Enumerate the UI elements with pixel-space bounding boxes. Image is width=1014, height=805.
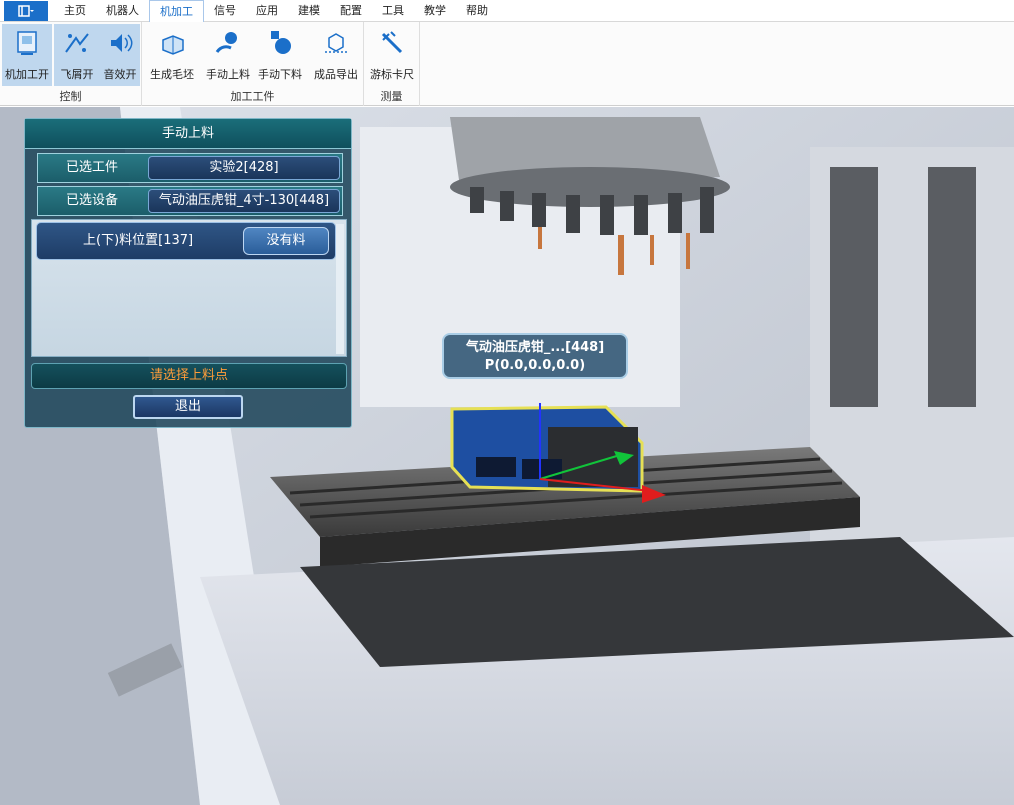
device-row: 已选设备 气动油压虎钳_4寸-130[448]	[37, 186, 343, 216]
list-scrollbar[interactable]	[336, 224, 344, 354]
menu-signal[interactable]: 信号	[204, 0, 246, 21]
group-control: 机加工开 飞屑开 音效开 控制	[0, 22, 142, 106]
group-control-label: 控制	[59, 90, 82, 103]
position-state-button[interactable]: 没有料	[243, 227, 329, 255]
group-workpiece: 生成毛坯 手动上料 手动下料 成品导出 加工工件	[142, 22, 364, 106]
group-measure: 游标卡尺 测量	[364, 22, 420, 106]
menu-teaching[interactable]: 教学	[414, 0, 456, 21]
exit-button[interactable]: 退出	[133, 395, 243, 419]
workpiece-label: 已选工件	[65, 160, 118, 175]
workpiece-value[interactable]: 实验2[428]	[148, 156, 340, 180]
export-icon	[325, 33, 347, 53]
list-item[interactable]: 上(下)料位置[137] 没有料	[36, 222, 336, 260]
export-product-button[interactable]: 成品导出	[310, 24, 362, 86]
column-left	[830, 167, 878, 407]
unload-icon	[271, 31, 291, 54]
chips-toggle-button[interactable]: 飞屑开	[54, 24, 100, 86]
manual-load-button[interactable]: 手动上料	[202, 24, 254, 86]
manual-load-panel: 手动上料 已选工件 实验2[428] 已选设备 气动油压虎钳_4寸-130[44…	[24, 118, 352, 428]
caliper-button[interactable]: 游标卡尺	[366, 24, 418, 86]
chips-icon	[65, 33, 89, 53]
menu-tools[interactable]: 工具	[372, 0, 414, 21]
menu-apps[interactable]: 应用	[246, 0, 288, 21]
status-hint: 请选择上料点	[31, 363, 347, 389]
position-list: 上(下)料位置[137] 没有料	[31, 219, 347, 357]
menu-robot[interactable]: 机器人	[96, 0, 149, 21]
object-tooltip-position: P(0.0,0.0,0.0)	[484, 358, 586, 373]
generate-blank-button[interactable]: 生成毛坯	[146, 24, 198, 86]
sound-toggle-button[interactable]: 音效开	[100, 24, 140, 86]
vise-slot-left	[476, 457, 516, 477]
machining-icon	[17, 31, 37, 55]
panel-title: 手动上料	[25, 119, 351, 149]
menu-icon[interactable]	[4, 0, 48, 21]
sound-icon	[111, 34, 133, 52]
vise-slot-right	[522, 459, 562, 479]
column-right	[928, 167, 976, 407]
ribbon: 机加工开 飞屑开 音效开 控制 生成毛坯 手动上料 手动下料 成品导出 加工工件…	[0, 22, 1014, 106]
blank-icon	[162, 35, 184, 55]
menu-home[interactable]: 主页	[54, 0, 96, 21]
workpiece-row: 已选工件 实验2[428]	[37, 153, 343, 183]
tool-magazine-base	[450, 167, 730, 207]
machining-toggle-button[interactable]: 机加工开	[2, 24, 52, 86]
manual-unload-button[interactable]: 手动下料	[254, 24, 306, 86]
menu-modeling[interactable]: 建模	[288, 0, 330, 21]
menu-bar: 主页 机器人 机加工 信号 应用 建模 配置 工具 教学 帮助	[0, 0, 1014, 22]
menu-config[interactable]: 配置	[330, 0, 372, 21]
position-label: 上(下)料位置[137]	[83, 233, 194, 248]
object-tooltip: 气动油压虎钳_...[448] P(0.0,0.0,0.0)	[442, 333, 628, 379]
device-value[interactable]: 气动油压虎钳_4寸-130[448]	[148, 189, 340, 213]
group-workpiece-label: 加工工件	[230, 90, 275, 103]
load-icon	[215, 32, 237, 53]
menu-help[interactable]: 帮助	[456, 0, 498, 21]
group-measure-label: 测量	[380, 90, 403, 103]
object-tooltip-name: 气动油压虎钳_...[448]	[465, 340, 605, 355]
device-label: 已选设备	[65, 193, 118, 208]
caliper-icon	[381, 31, 403, 54]
menu-machining[interactable]: 机加工	[149, 0, 204, 22]
